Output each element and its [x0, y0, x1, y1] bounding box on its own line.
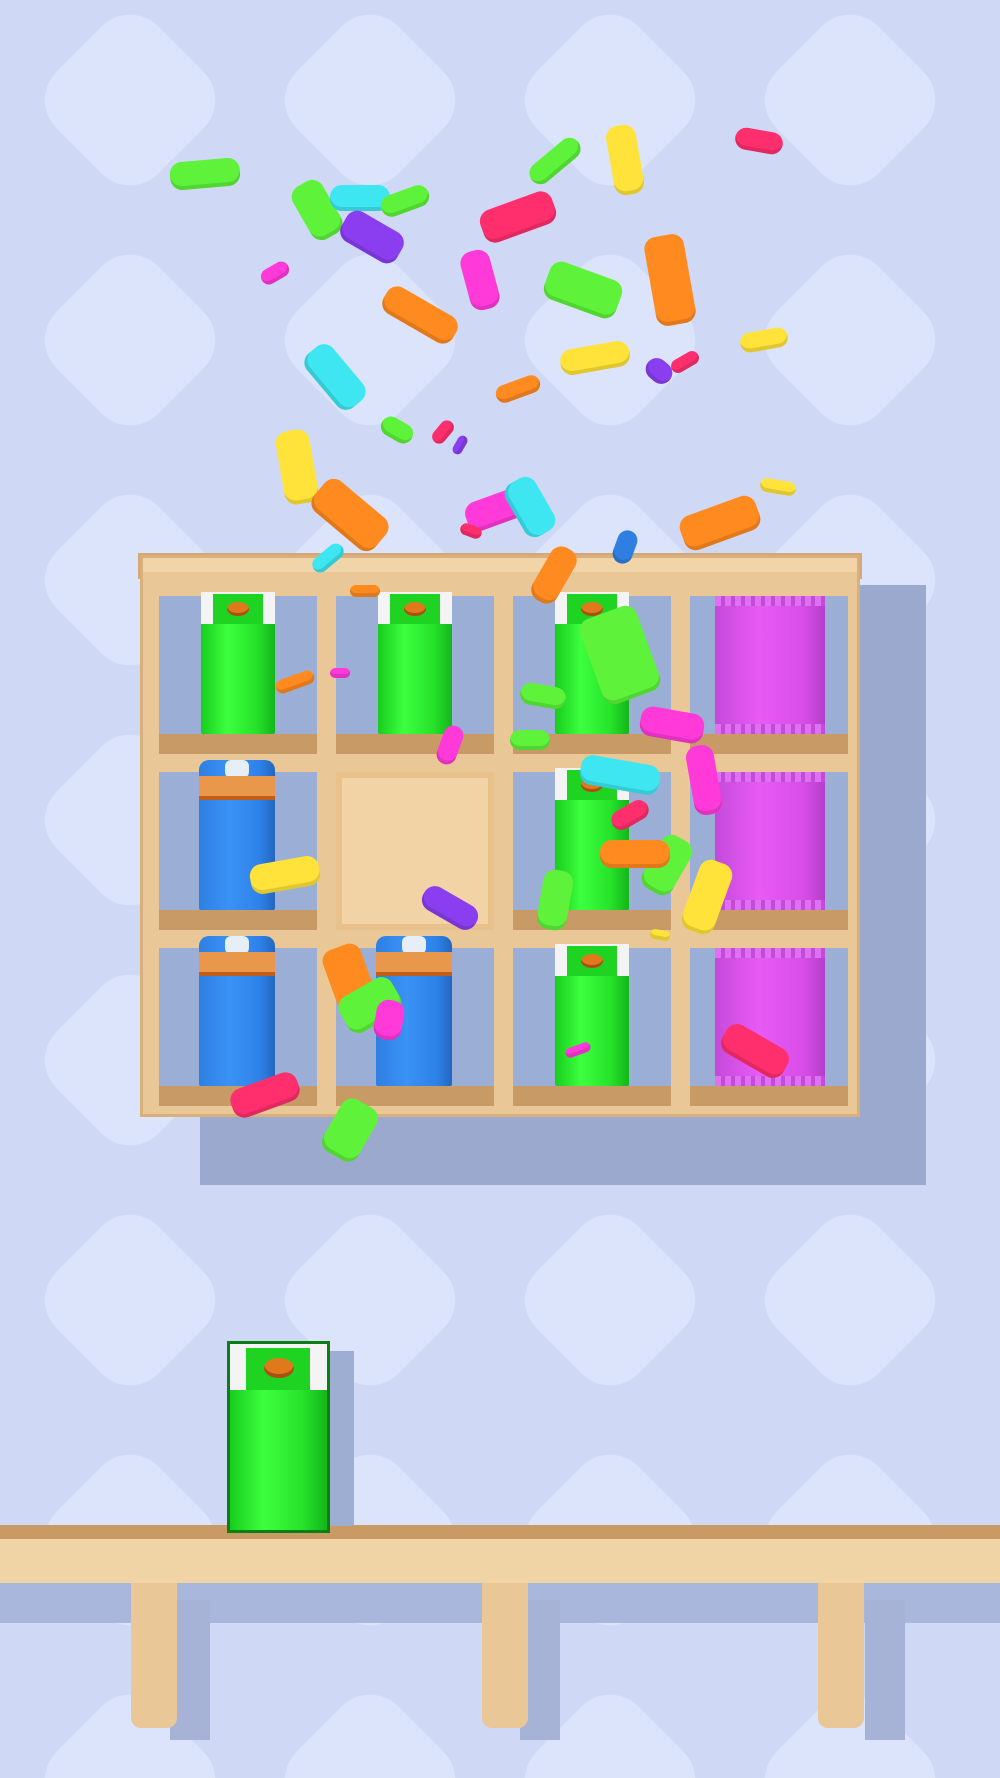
- bread-crust: [376, 952, 452, 976]
- shelf-bracket: [818, 1583, 864, 1728]
- rack-cell[interactable]: [159, 760, 317, 930]
- wooden-shelf: [0, 1525, 1000, 1583]
- confetti-piece: [510, 730, 550, 750]
- confetti-piece: [330, 668, 350, 678]
- rack-cell[interactable]: [690, 596, 848, 754]
- carton-cap-icon: [404, 602, 426, 616]
- green-carton[interactable]: [201, 592, 275, 734]
- carton-cap-icon: [264, 1358, 294, 1378]
- purple-bag[interactable]: [715, 596, 825, 734]
- held-item-shadow: [330, 1351, 354, 1526]
- bag-seal: [715, 900, 825, 910]
- green-carton[interactable]: [555, 944, 629, 1086]
- shelf-bracket: [131, 1583, 177, 1728]
- confetti-piece: [600, 840, 670, 868]
- bag-seal: [715, 724, 825, 734]
- blue-bread-loaf[interactable]: [199, 936, 275, 1086]
- green-carton[interactable]: [378, 592, 452, 734]
- bread-crust: [199, 776, 275, 800]
- confetti-piece: [350, 585, 380, 597]
- bread-crust: [199, 952, 275, 976]
- shelf-bracket: [482, 1583, 528, 1728]
- carton-cap-icon: [227, 602, 249, 616]
- bag-seal: [715, 948, 825, 958]
- held-green-carton[interactable]: [227, 1341, 330, 1533]
- rack-cell[interactable]: [336, 592, 494, 754]
- bag-seal: [715, 772, 825, 782]
- bracket-shadow: [865, 1600, 905, 1740]
- carton-cap-icon: [581, 954, 603, 968]
- bag-seal: [715, 596, 825, 606]
- rack-cell[interactable]: [690, 948, 848, 1106]
- purple-bag[interactable]: [715, 772, 825, 910]
- rack-cell[interactable]: [513, 944, 671, 1106]
